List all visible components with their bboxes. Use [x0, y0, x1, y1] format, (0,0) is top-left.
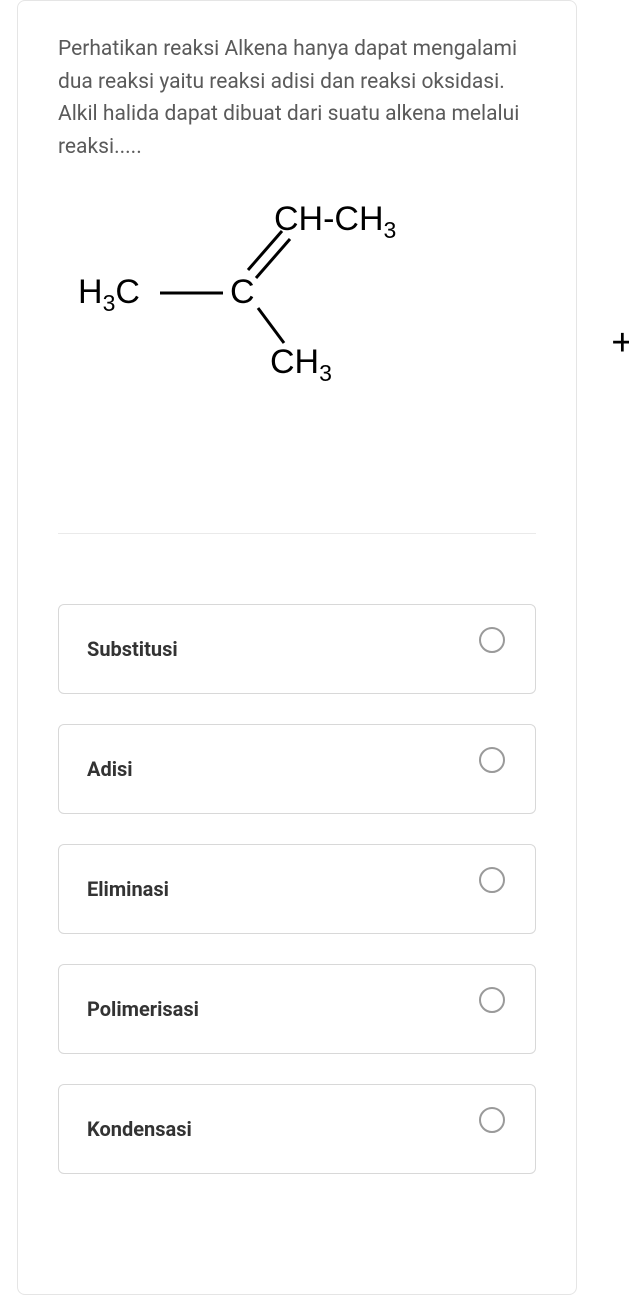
radio-icon	[479, 987, 505, 1013]
section-divider	[58, 533, 536, 534]
option-polimerisasi[interactable]: Polimerisasi	[58, 964, 536, 1054]
option-kondensasi[interactable]: Kondensasi	[58, 1084, 536, 1174]
svg-text:C: C	[230, 273, 255, 311]
option-label: Polimerisasi	[87, 997, 199, 1021]
radio-icon	[479, 747, 505, 773]
radio-icon	[479, 627, 505, 653]
option-label: Eliminasi	[87, 877, 169, 901]
option-label: Kondensasi	[87, 1117, 192, 1141]
option-label: Adisi	[87, 757, 133, 781]
question-card: Perhatikan reaksi Alkena hanya dapat men…	[17, 0, 577, 1295]
molecule-svg: H3C C CH-CH3 CH3	[78, 193, 458, 403]
option-adisi[interactable]: Adisi	[58, 724, 536, 814]
option-label: Substitusi	[87, 637, 178, 661]
svg-text:CH3: CH3	[270, 343, 332, 386]
svg-text:H3C: H3C	[78, 273, 140, 316]
radio-icon	[479, 867, 505, 893]
option-eliminasi[interactable]: Eliminasi	[58, 844, 536, 934]
radio-icon	[479, 1107, 505, 1133]
svg-text:CH-CH3: CH-CH3	[274, 200, 396, 243]
question-text: Perhatikan reaksi Alkena hanya dapat men…	[58, 33, 536, 163]
option-substitusi[interactable]: Substitusi	[58, 604, 536, 694]
chemical-structure: H3C C CH-CH3 CH3	[58, 193, 536, 423]
plus-reaction-fragment: +	[611, 322, 629, 365]
